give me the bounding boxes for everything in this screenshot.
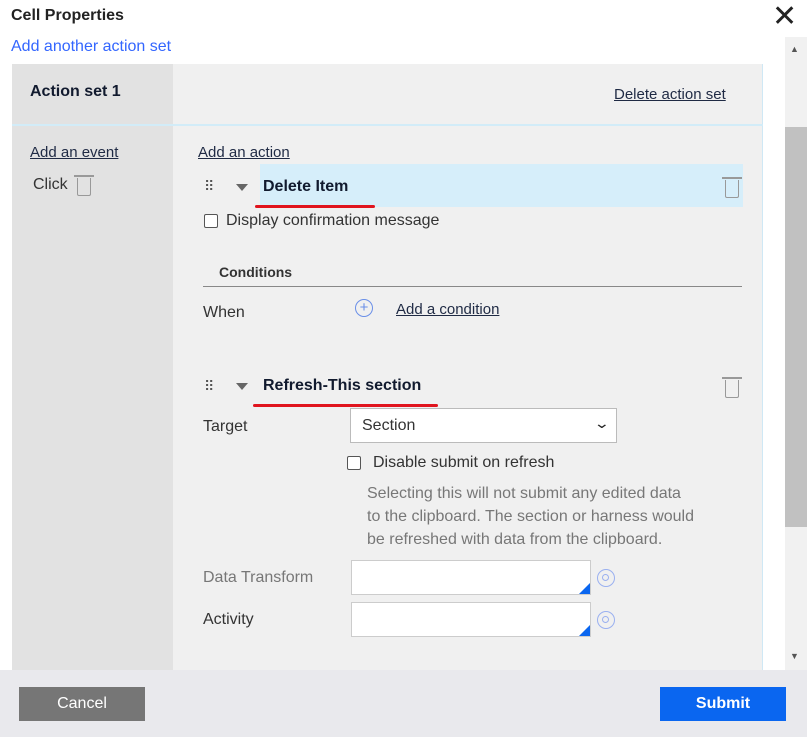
- add-another-action-set-link[interactable]: Add another action set: [11, 38, 171, 56]
- divider: [12, 124, 763, 126]
- disable-submit-checkbox[interactable]: [347, 456, 361, 470]
- help-text-line: Selecting this will not submit any edite…: [367, 485, 681, 502]
- activity-input[interactable]: [351, 602, 591, 637]
- trash-icon[interactable]: [722, 177, 742, 198]
- data-transform-label: Data Transform: [203, 569, 314, 586]
- action-set-title: Action set 1: [30, 83, 121, 100]
- confirmation-label: Display confirmation message: [226, 212, 440, 229]
- red-underline-annotation: [253, 404, 438, 407]
- add-event-link[interactable]: Add an event: [30, 144, 118, 161]
- confirmation-checkbox[interactable]: [204, 214, 218, 228]
- trash-icon[interactable]: [722, 377, 742, 398]
- collapse-triangle-icon[interactable]: [236, 383, 248, 390]
- target-select[interactable]: Section ⌄: [350, 408, 617, 443]
- target-select-value: Section: [362, 417, 416, 434]
- conditions-heading: Conditions: [219, 264, 293, 280]
- close-icon[interactable]: ✕: [772, 2, 797, 32]
- delete-action-set-link[interactable]: Delete action set: [614, 86, 726, 103]
- crosshair-target-icon[interactable]: [597, 569, 615, 587]
- scrollbar-thumb[interactable]: [785, 127, 807, 527]
- disable-submit-label: Disable submit on refresh: [373, 454, 555, 471]
- add-condition-plus-icon[interactable]: +: [355, 299, 373, 317]
- scroll-up-arrow-icon[interactable]: ▲: [790, 44, 799, 54]
- cancel-button[interactable]: Cancel: [19, 687, 145, 721]
- help-text: Selecting this will not submit any edite…: [367, 482, 694, 551]
- drag-handle-icon[interactable]: ⠿: [204, 178, 214, 195]
- when-label: When: [203, 304, 245, 321]
- data-transform-input[interactable]: [351, 560, 591, 595]
- divider: [203, 286, 742, 287]
- event-click[interactable]: Click: [33, 176, 68, 194]
- chevron-down-icon: ⌄: [593, 415, 611, 431]
- action-name[interactable]: Delete Item: [263, 178, 348, 196]
- help-text-line: to the clipboard. The section or harness…: [367, 508, 695, 525]
- crosshair-target-icon[interactable]: [597, 611, 615, 629]
- target-label: Target: [203, 418, 248, 435]
- submit-button[interactable]: Submit: [660, 687, 786, 721]
- drag-handle-icon[interactable]: ⠿: [204, 378, 214, 395]
- help-text-line: be refreshed with data from the clipboar…: [367, 531, 663, 548]
- red-underline-annotation: [255, 205, 375, 208]
- collapse-triangle-icon[interactable]: [236, 184, 248, 191]
- scroll-down-arrow-icon[interactable]: ▼: [790, 651, 799, 661]
- dialog-title: Cell Properties: [11, 7, 124, 24]
- add-condition-link[interactable]: Add a condition: [396, 301, 499, 318]
- trash-icon[interactable]: [74, 175, 94, 196]
- add-action-link[interactable]: Add an action: [198, 144, 290, 161]
- action-name[interactable]: Refresh-This section: [263, 377, 421, 395]
- activity-label: Activity: [203, 611, 254, 628]
